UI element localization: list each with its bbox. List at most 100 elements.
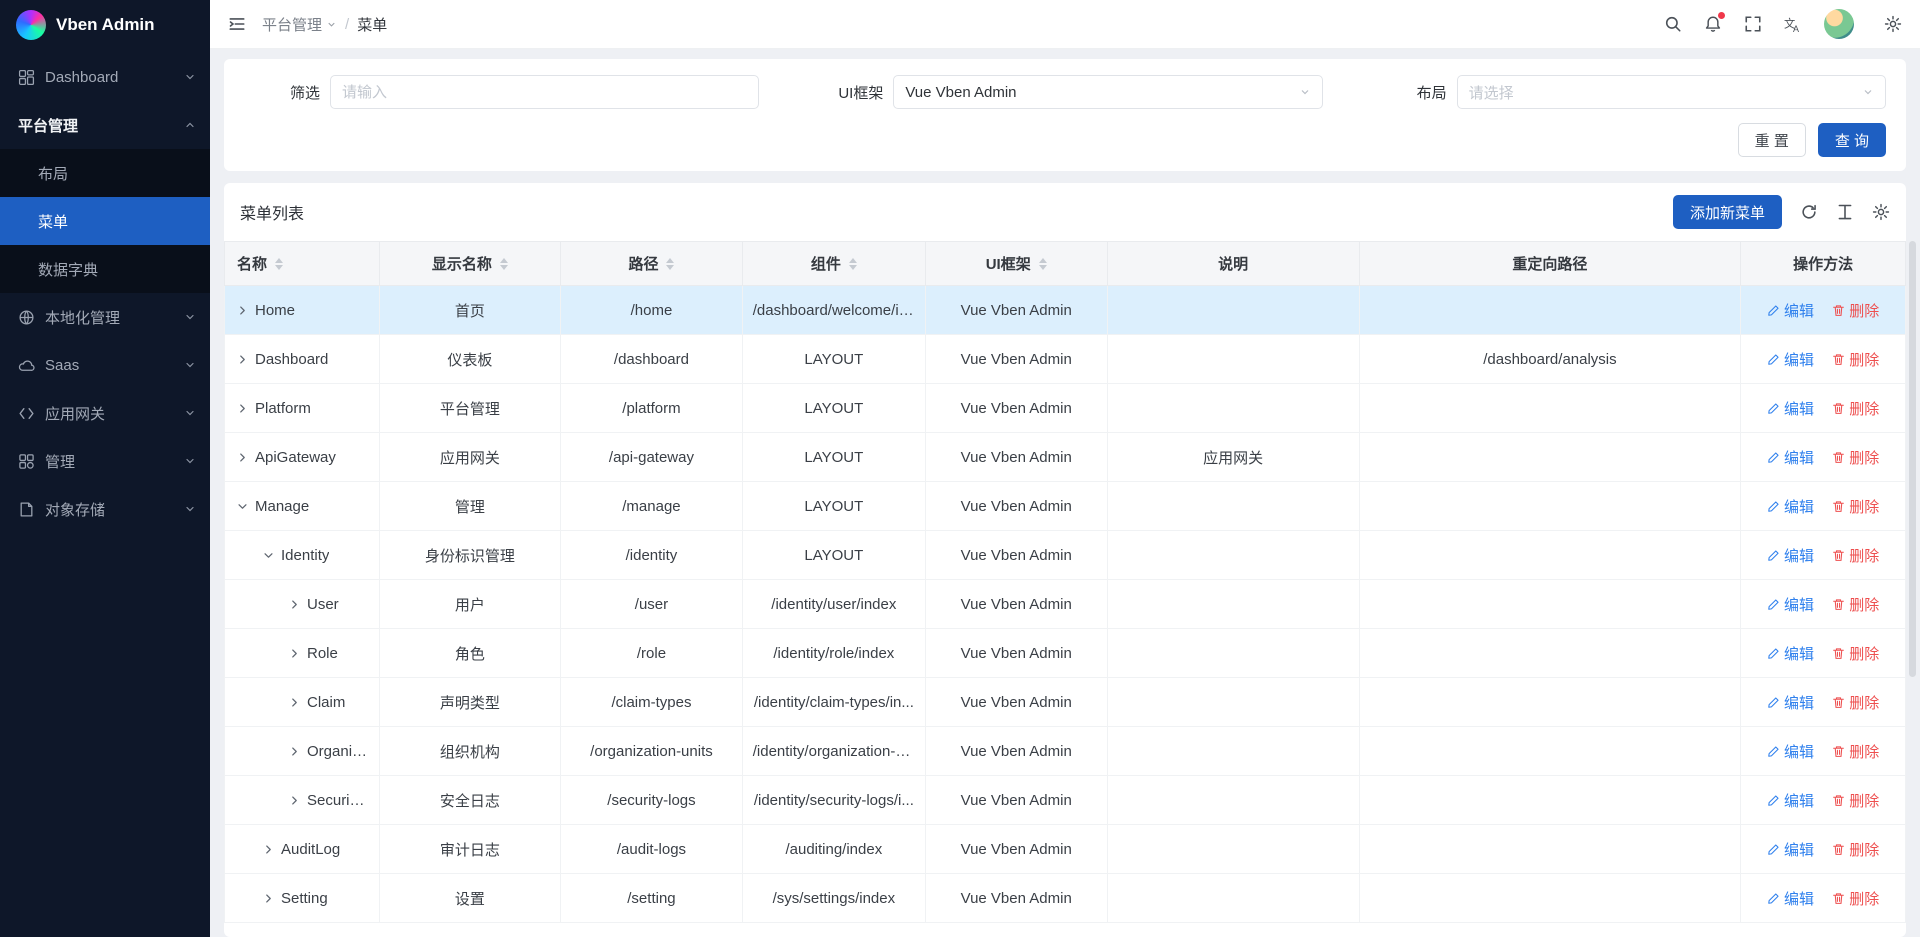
delete-button[interactable]: 删除 (1832, 643, 1879, 664)
edit-button[interactable]: 编辑 (1767, 888, 1814, 909)
avatar[interactable] (1824, 9, 1854, 39)
edit-button[interactable]: 编辑 (1767, 349, 1814, 370)
search-icon[interactable] (1664, 15, 1682, 33)
cell-component: /auditing/index (742, 825, 925, 874)
row-expand-toggle[interactable] (263, 550, 274, 561)
edit-button[interactable]: 编辑 (1767, 594, 1814, 615)
sidebar-item-menu[interactable]: 菜单 (0, 197, 210, 245)
edit-button[interactable]: 编辑 (1767, 496, 1814, 517)
sidebar-item-dashboard[interactable]: Dashboard (0, 53, 210, 101)
row-expand-toggle[interactable] (289, 795, 300, 806)
search-button[interactable]: 查 询 (1818, 123, 1886, 157)
delete-button[interactable]: 删除 (1832, 839, 1879, 860)
edit-button[interactable]: 编辑 (1767, 447, 1814, 468)
delete-button[interactable]: 删除 (1832, 888, 1879, 909)
sidebar-item-saas[interactable]: Saas (0, 341, 210, 389)
delete-button[interactable]: 删除 (1832, 545, 1879, 566)
filter-input[interactable] (330, 75, 759, 109)
edit-button[interactable]: 编辑 (1767, 741, 1814, 762)
sidebar-item-dictionary[interactable]: 数据字典 (0, 245, 210, 293)
edit-button[interactable]: 编辑 (1767, 692, 1814, 713)
edit-button[interactable]: 编辑 (1767, 300, 1814, 321)
sidebar-item-layout[interactable]: 布局 (0, 149, 210, 197)
delete-button[interactable]: 删除 (1832, 692, 1879, 713)
breadcrumb-item-menu[interactable]: 菜单 (357, 14, 387, 35)
table-row[interactable]: ApiGateway 应用网关 /api-gateway LAYOUT Vue … (225, 433, 1906, 482)
edit-button[interactable]: 编辑 (1767, 398, 1814, 419)
sidebar-item-localization[interactable]: 本地化管理 (0, 293, 210, 341)
sort-icon[interactable] (1039, 258, 1047, 270)
column-header-2[interactable]: 路径 (561, 242, 743, 286)
row-expand-toggle[interactable] (289, 648, 300, 659)
row-expand-toggle[interactable] (263, 844, 274, 855)
edit-button[interactable]: 编辑 (1767, 839, 1814, 860)
sort-icon[interactable] (500, 258, 508, 270)
sort-icon[interactable] (666, 258, 674, 270)
column-header-4[interactable]: UI框架 (925, 242, 1107, 286)
edit-button[interactable]: 编辑 (1767, 545, 1814, 566)
table-row[interactable]: AuditLog 审计日志 /audit-logs /auditing/inde… (225, 825, 1906, 874)
column-header-3[interactable]: 组件 (742, 242, 925, 286)
menu-collapse-icon[interactable] (228, 15, 246, 33)
table-row[interactable]: Home 首页 /home /dashboard/welcome/in... V… (225, 286, 1906, 335)
cell-display-name: 身份标识管理 (379, 531, 561, 580)
translate-icon[interactable]: 文A (1784, 15, 1802, 33)
row-expand-toggle[interactable] (237, 452, 248, 463)
fullscreen-icon[interactable] (1744, 15, 1762, 33)
layout-select[interactable]: 请选择 (1457, 75, 1886, 109)
delete-button[interactable]: 删除 (1832, 790, 1879, 811)
sidebar-item-storage[interactable]: 对象存储 (0, 485, 210, 533)
logo[interactable]: Vben Admin (0, 0, 210, 49)
delete-button[interactable]: 删除 (1832, 741, 1879, 762)
table-row[interactable]: Platform 平台管理 /platform LAYOUT Vue Vben … (225, 384, 1906, 433)
delete-button[interactable]: 删除 (1832, 349, 1879, 370)
row-expand-toggle[interactable] (237, 501, 248, 512)
table-row[interactable]: Organiz... 组织机构 /organization-units /ide… (225, 727, 1906, 776)
delete-button[interactable]: 删除 (1832, 496, 1879, 517)
table-row[interactable]: Claim 声明类型 /claim-types /identity/claim-… (225, 678, 1906, 727)
cell-component: /identity/user/index (742, 580, 925, 629)
column-header-1[interactable]: 显示名称 (379, 242, 561, 286)
table-row[interactable]: User 用户 /user /identity/user/index Vue V… (225, 580, 1906, 629)
bell-icon[interactable] (1704, 15, 1722, 33)
add-menu-button[interactable]: 添加新菜单 (1673, 195, 1782, 229)
scrollbar-thumb[interactable] (1909, 241, 1916, 677)
delete-button[interactable]: 删除 (1832, 398, 1879, 419)
refresh-icon[interactable] (1800, 203, 1818, 221)
column-header-0[interactable]: 名称 (225, 242, 380, 286)
cell-path: /organization-units (561, 727, 743, 776)
edit-button[interactable]: 编辑 (1767, 643, 1814, 664)
table-row[interactable]: Dashboard 仪表板 /dashboard LAYOUT Vue Vben… (225, 335, 1906, 384)
reset-button[interactable]: 重 置 (1738, 123, 1806, 157)
row-expand-toggle[interactable] (289, 697, 300, 708)
column-height-icon[interactable] (1836, 203, 1854, 221)
table-row[interactable]: Role 角色 /role /identity/role/index Vue V… (225, 629, 1906, 678)
row-expand-toggle[interactable] (237, 354, 248, 365)
gear-icon[interactable] (1884, 15, 1902, 33)
row-expand-toggle[interactable] (289, 746, 300, 757)
app-root: Vben Admin Dashboard 平台管理 布局菜单数据字典 本地化管理… (0, 0, 1920, 937)
sidebar-item-platform[interactable]: 平台管理 (0, 101, 210, 149)
sidebar-item-manage[interactable]: 管理 (0, 437, 210, 485)
breadcrumb-item-platform[interactable]: 平台管理 (262, 14, 337, 35)
table-row[interactable]: Setting 设置 /setting /sys/settings/index … (225, 874, 1906, 923)
table-row[interactable]: Security... 安全日志 /security-logs /identit… (225, 776, 1906, 825)
row-expand-toggle[interactable] (237, 403, 248, 414)
table-row[interactable]: Manage 管理 /manage LAYOUT Vue Vben Admin … (225, 482, 1906, 531)
table-row[interactable]: Identity 身份标识管理 /identity LAYOUT Vue Vbe… (225, 531, 1906, 580)
gear-icon[interactable] (1872, 203, 1890, 221)
logo-icon (16, 10, 46, 40)
delete-button[interactable]: 删除 (1832, 447, 1879, 468)
filter-card: 筛选 UI框架 Vue Vben Admin 布局 请选择 (224, 59, 1906, 171)
sidebar-item-gateway[interactable]: 应用网关 (0, 389, 210, 437)
sort-icon[interactable] (275, 258, 283, 270)
edit-button[interactable]: 编辑 (1767, 790, 1814, 811)
cell-description (1107, 580, 1359, 629)
row-expand-toggle[interactable] (237, 305, 248, 316)
row-expand-toggle[interactable] (263, 893, 274, 904)
sort-icon[interactable] (849, 258, 857, 270)
delete-button[interactable]: 删除 (1832, 594, 1879, 615)
row-expand-toggle[interactable] (289, 599, 300, 610)
delete-button[interactable]: 删除 (1832, 300, 1879, 321)
ui-framework-select[interactable]: Vue Vben Admin (893, 75, 1322, 109)
